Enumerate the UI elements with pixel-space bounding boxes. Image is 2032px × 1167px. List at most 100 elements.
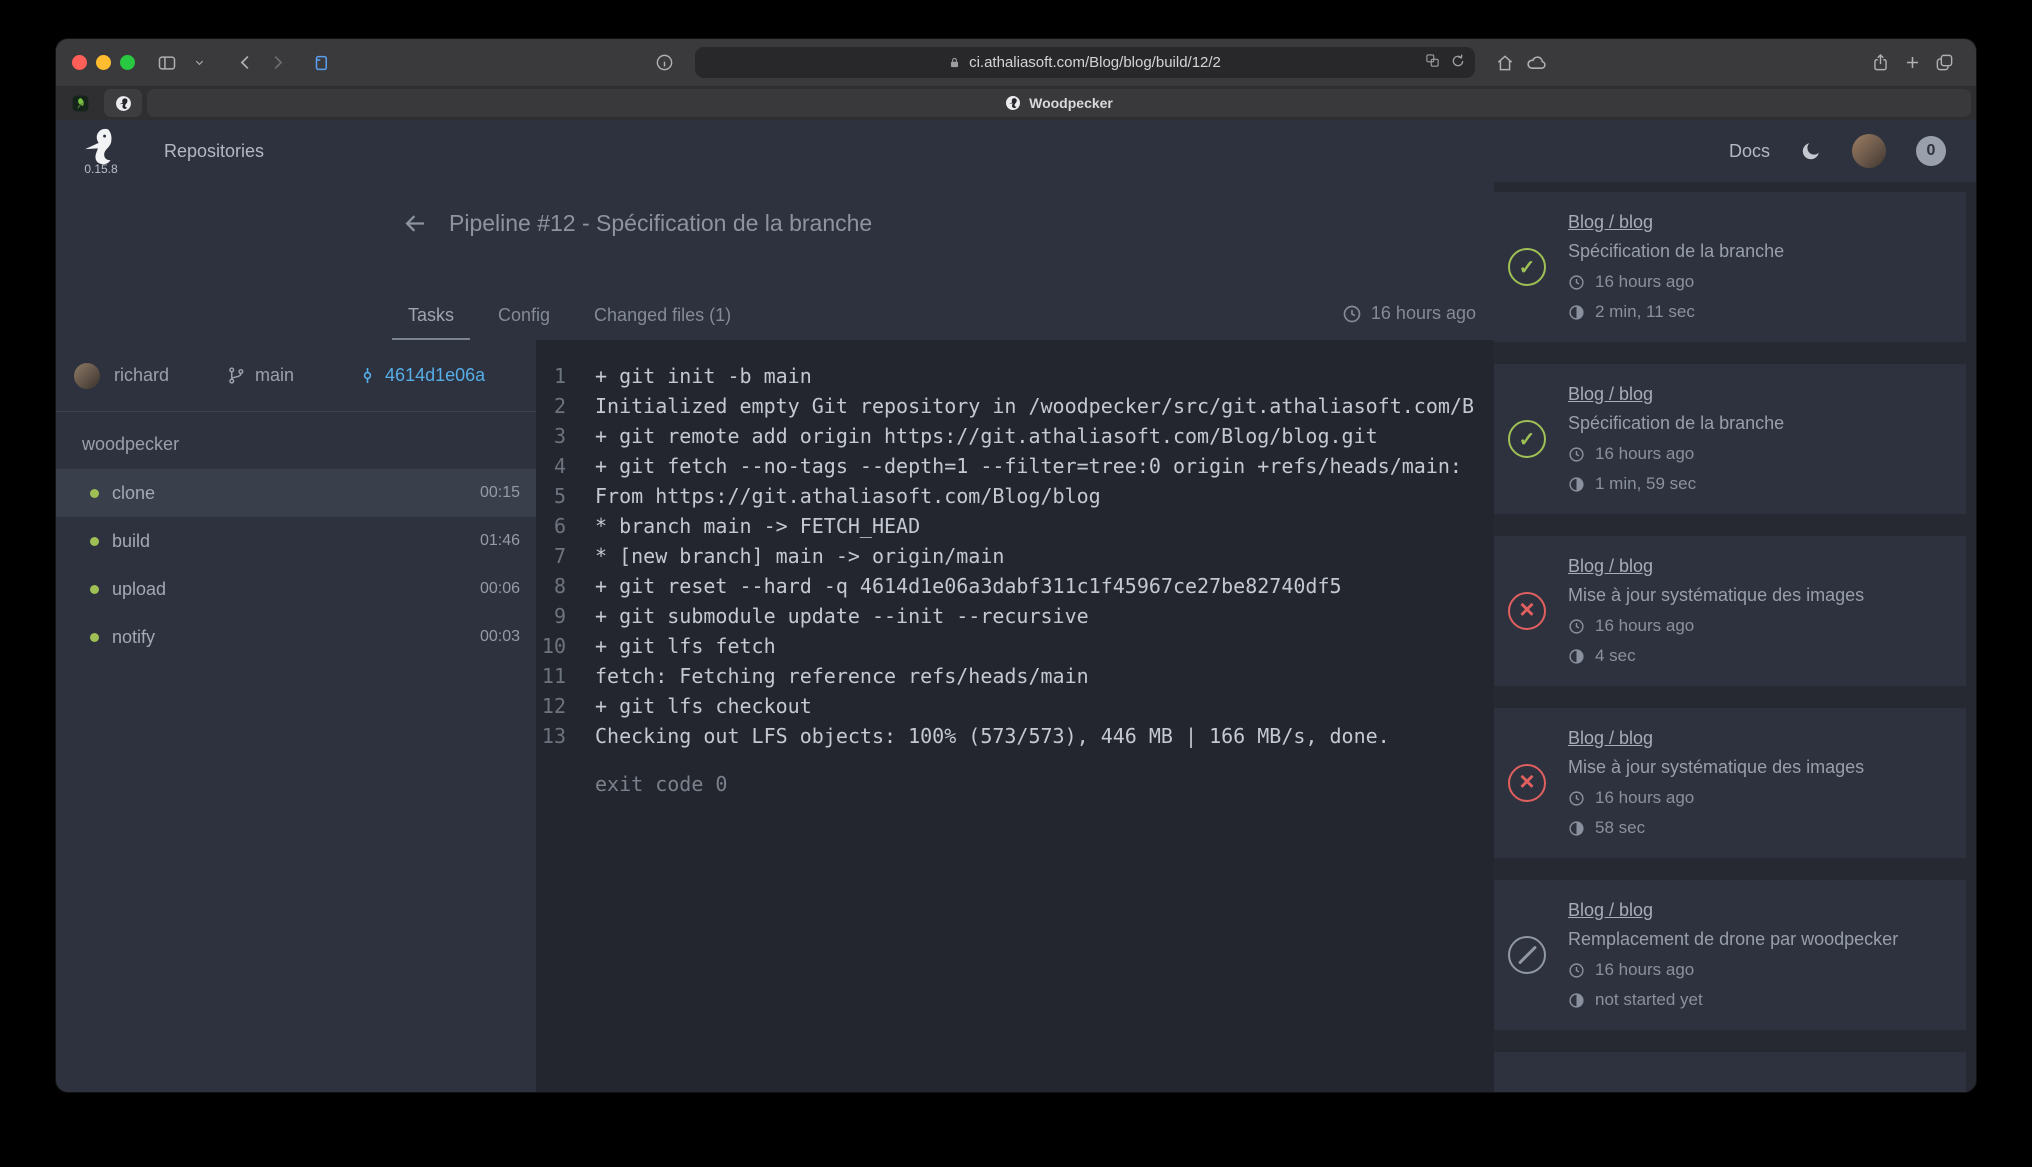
line-text: + git fetch --no-tags --depth=1 --filter… xyxy=(595,451,1494,481)
close-window-button[interactable] xyxy=(72,55,87,70)
line-text: + git remote add origin https://git.atha… xyxy=(595,421,1494,451)
line-text: + git submodule update --init --recursiv… xyxy=(595,601,1494,631)
back-button[interactable] xyxy=(229,47,261,79)
tab-changed-files[interactable]: Changed files (1) xyxy=(572,293,753,340)
info-icon[interactable] xyxy=(649,47,681,79)
build-time: 16 hours ago xyxy=(1595,444,1694,464)
build-message: Remplacement de drone par woodpecker xyxy=(1568,929,1952,950)
console-line: 4+ git fetch --no-tags --depth=1 --filte… xyxy=(536,451,1494,481)
line-number: 10 xyxy=(536,631,566,661)
branch-info: main xyxy=(227,365,294,386)
home-icon[interactable] xyxy=(1489,47,1521,79)
task-duration: 01:46 xyxy=(480,532,520,550)
build-message: Mise à jour systématique des images xyxy=(1568,757,1952,778)
nav-docs-link[interactable]: Docs xyxy=(1729,141,1770,162)
sidebar-toggle-icon[interactable] xyxy=(151,47,183,79)
build-time: 16 hours ago xyxy=(1595,272,1694,292)
share-icon[interactable] xyxy=(1864,47,1896,79)
line-text: * branch main -> FETCH_HEAD xyxy=(595,511,1494,541)
build-duration-row: 1 min, 59 sec xyxy=(1568,474,1952,494)
task-row-upload[interactable]: upload 00:06 xyxy=(56,565,536,613)
build-time-row: 16 hours ago xyxy=(1568,616,1952,636)
console-line: 1+ git init -b main xyxy=(536,361,1494,391)
task-row-clone[interactable]: clone 00:15 xyxy=(56,469,536,517)
active-tab[interactable]: Woodpecker xyxy=(147,89,1971,117)
build-card[interactable]: Blog / blog Mise à jour systématique des… xyxy=(1494,536,1966,686)
build-time: 16 hours ago xyxy=(1595,616,1694,636)
task-row-build[interactable]: build 01:46 xyxy=(56,517,536,565)
task-duration: 00:06 xyxy=(480,580,520,598)
pinned-tab-2[interactable] xyxy=(104,89,142,117)
notification-badge[interactable]: 0 xyxy=(1916,136,1946,166)
line-number: 13 xyxy=(536,721,566,751)
task-duration: 00:03 xyxy=(480,628,520,646)
dark-mode-toggle-icon[interactable] xyxy=(1800,140,1822,162)
nav-repositories-link[interactable]: Repositories xyxy=(164,141,264,162)
console-line: 5 From https://git.athaliasoft.com/Blog/b… xyxy=(536,481,1494,511)
duration-icon xyxy=(1568,476,1585,493)
build-card[interactable]: Blog / blog Spécification de la branche … xyxy=(1494,364,1966,514)
commit-link[interactable]: 4614d1e06a xyxy=(358,365,485,386)
cloud-icon[interactable] xyxy=(1521,47,1553,79)
reload-icon[interactable] xyxy=(1450,53,1466,73)
build-repo-link[interactable]: Blog / blog xyxy=(1568,384,1653,405)
safari-tabbar: Woodpecker xyxy=(56,86,1976,120)
console-output: 1+ git init -b main 2Initialized empty G… xyxy=(536,340,1494,1092)
build-card[interactable]: Blog / blog Remplacement de drone par wo… xyxy=(1494,880,1966,1030)
line-text: + git lfs fetch xyxy=(595,631,1494,661)
task-group-label: woodpecker xyxy=(56,412,536,469)
status-failure-icon xyxy=(1508,592,1546,630)
build-repo-link[interactable]: Blog / blog xyxy=(1568,556,1653,577)
tab-overview-icon[interactable] xyxy=(1928,47,1960,79)
reading-list-icon[interactable] xyxy=(305,47,337,79)
build-duration: 58 sec xyxy=(1595,818,1645,838)
status-dot-icon xyxy=(90,489,99,498)
clock-icon xyxy=(1568,274,1585,291)
version-label: 0.15.8 xyxy=(84,162,117,176)
woodpecker-logo[interactable]: 0.15.8 xyxy=(82,127,120,176)
build-time-row: 16 hours ago xyxy=(1568,960,1952,980)
clock-icon xyxy=(1568,446,1585,463)
console-line: 10 + git lfs fetch xyxy=(536,631,1494,661)
build-repo-link[interactable]: Blog / blog xyxy=(1568,728,1653,749)
clock-icon xyxy=(1568,790,1585,807)
line-text: From https://git.athaliasoft.com/Blog/bl… xyxy=(595,481,1494,511)
build-card[interactable]: Blog / blog Mise à jour systématique des… xyxy=(1494,708,1966,858)
woodpecker-favicon xyxy=(1005,95,1021,111)
status-success-icon xyxy=(1508,248,1546,286)
build-feed-sidebar: Blog / blog Spécification de la branche … xyxy=(1494,182,1976,1092)
build-duration-row: 4 sec xyxy=(1568,646,1952,666)
line-text: fetch: Fetching reference refs/heads/mai… xyxy=(595,661,1494,691)
new-tab-icon[interactable] xyxy=(1896,47,1928,79)
build-repo-link[interactable]: Blog / blog xyxy=(1568,900,1653,921)
address-bar[interactable]: ci.athaliasoft.com/Blog/blog/build/12/2 xyxy=(695,47,1475,78)
build-card[interactable]: Blog / blog Spécification de la branche … xyxy=(1494,192,1966,342)
commit-hash: 4614d1e06a xyxy=(385,365,485,386)
build-repo-link[interactable]: Blog / blog xyxy=(1568,212,1653,233)
duration-icon xyxy=(1568,648,1585,665)
lock-icon xyxy=(948,55,961,70)
chevron-down-icon[interactable] xyxy=(183,47,215,79)
line-number: 5 xyxy=(536,481,566,511)
line-text: + git lfs checkout xyxy=(595,691,1494,721)
branch-icon xyxy=(227,366,246,385)
pipeline-main: Pipeline #12 - Spécification de la branc… xyxy=(56,182,1494,1092)
active-tab-title: Woodpecker xyxy=(1029,95,1113,111)
console-line: 13Checking out LFS objects: 100% (573/57… xyxy=(536,721,1494,751)
back-arrow-icon[interactable] xyxy=(402,210,429,237)
line-text: Initialized empty Git repository in /woo… xyxy=(595,391,1494,421)
tab-tasks[interactable]: Tasks xyxy=(386,293,476,340)
translate-icon[interactable] xyxy=(1425,53,1440,72)
zoom-window-button[interactable] xyxy=(120,55,135,70)
build-card[interactable]: Blog / blog xyxy=(1494,1052,1966,1092)
user-avatar[interactable] xyxy=(1852,134,1886,168)
tab-config[interactable]: Config xyxy=(476,293,572,340)
build-message: Spécification de la branche xyxy=(1568,241,1952,262)
task-row-notify[interactable]: notify 00:03 xyxy=(56,613,536,661)
forward-button[interactable] xyxy=(261,47,293,79)
status-dot-icon xyxy=(90,585,99,594)
duration-icon xyxy=(1568,304,1585,321)
author-avatar xyxy=(74,363,100,389)
pinned-tab-1[interactable] xyxy=(61,89,99,117)
minimize-window-button[interactable] xyxy=(96,55,111,70)
